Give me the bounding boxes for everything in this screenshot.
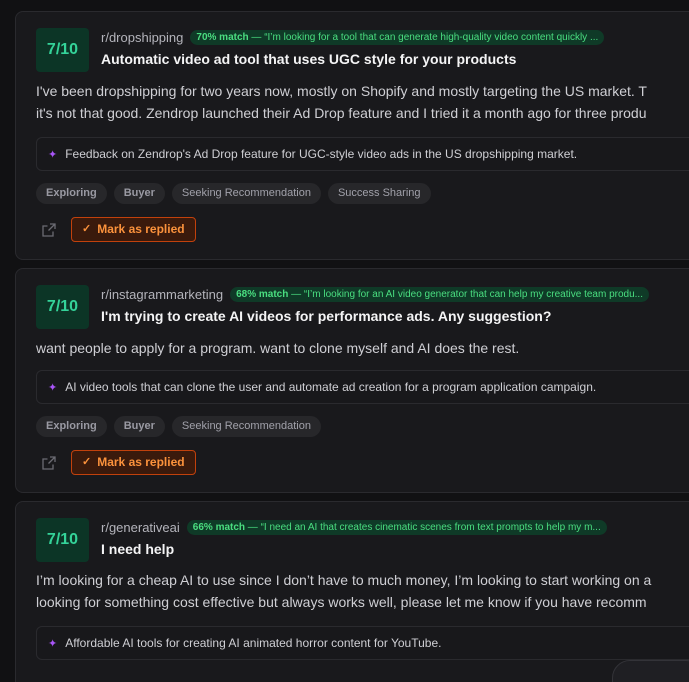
floating-widget[interactable] [612, 660, 689, 682]
post-body-line: looking for something cost effective but… [36, 594, 647, 610]
post-body-line: want people to apply for a program. want… [36, 340, 520, 356]
summary-text: AI video tools that can clone the user a… [65, 380, 597, 394]
relevance-score: 7/10 [36, 285, 89, 329]
lead-card: 7/10 r/generativeai 66% match — “I need … [15, 501, 689, 682]
post-body: I've been dropshipping for two years now… [36, 80, 647, 124]
match-quote: — “I need an AI that creates cinematic s… [245, 522, 601, 533]
match-badge: 68% match — “I’m looking for an AI video… [230, 287, 649, 302]
tag-seeking-recommendation: Seeking Recommendation [171, 416, 321, 437]
card-actions: ✓ Mark as replied [42, 217, 196, 242]
match-quote: — “I’m looking for an AI video generator… [288, 289, 643, 300]
relevance-score: 7/10 [36, 518, 89, 562]
check-icon: ✓ [82, 223, 92, 235]
card-header: r/dropshipping 70% match — “I’m looking … [101, 30, 605, 45]
tag-exploring: Exploring [36, 416, 107, 437]
sparkle-icon: ✦ [48, 381, 58, 394]
match-badge: 70% match — “I’m looking for a tool that… [190, 30, 605, 45]
relevance-score: 7/10 [36, 28, 89, 72]
lead-feed: 7/10 r/dropshipping 70% match — “I’m loo… [0, 0, 689, 682]
mark-replied-button[interactable]: ✓ Mark as replied [71, 450, 196, 475]
tag-list: Exploring Buyer Seeking Recommendation [36, 416, 321, 437]
post-title[interactable]: Automatic video ad tool that uses UGC st… [101, 51, 516, 67]
summary-text: Affordable AI tools for creating AI anim… [65, 636, 442, 650]
sparkle-icon: ✦ [48, 637, 58, 650]
tag-seeking-recommendation: Seeking Recommendation [171, 183, 321, 204]
check-icon: ✓ [82, 456, 92, 468]
tag-buyer: Buyer [113, 183, 165, 204]
match-quote: — “I’m looking for a tool that can gener… [248, 32, 599, 43]
card-actions: ✓ Mark as replied [42, 450, 196, 475]
tag-exploring: Exploring [36, 183, 107, 204]
subreddit-link[interactable]: r/dropshipping [101, 30, 183, 45]
match-percent: 68% match [236, 289, 289, 300]
ai-summary: ✦ Affordable AI tools for creating AI an… [36, 626, 689, 660]
ai-summary: ✦ Feedback on Zendrop's Ad Drop feature … [36, 137, 689, 171]
lead-card: 7/10 r/instagrammarketing 68% match — “I… [15, 268, 689, 493]
mark-replied-button[interactable]: ✓ Mark as replied [71, 217, 196, 242]
ai-summary: ✦ AI video tools that can clone the user… [36, 370, 689, 404]
external-share-icon[interactable] [42, 455, 56, 470]
match-percent: 70% match [196, 32, 249, 43]
post-body-line: I’m looking for a cheap AI to use since … [36, 572, 652, 588]
match-percent: 66% match [192, 522, 246, 533]
tag-success-sharing: Success Sharing [327, 183, 431, 204]
subreddit-link[interactable]: r/instagrammarketing [101, 287, 223, 302]
card-header: r/instagrammarketing 68% match — “I’m lo… [101, 287, 649, 302]
post-title[interactable]: I'm trying to create AI videos for perfo… [101, 308, 551, 324]
post-body: I’m looking for a cheap AI to use since … [36, 569, 651, 613]
post-title[interactable]: I need help [101, 541, 174, 557]
subreddit-link[interactable]: r/generativeai [101, 520, 180, 535]
external-share-icon[interactable] [42, 222, 56, 237]
tag-list: Exploring Buyer Seeking Recommendation S… [36, 183, 431, 204]
summary-text: Feedback on Zendrop's Ad Drop feature fo… [65, 147, 578, 161]
tag-buyer: Buyer [113, 416, 165, 437]
post-body-line: it's not that good. Zendrop launched the… [36, 105, 647, 121]
sparkle-icon: ✦ [48, 148, 58, 161]
match-badge: 66% match — “I need an AI that creates c… [186, 520, 607, 535]
mark-replied-label: Mark as replied [97, 455, 185, 469]
card-header: r/generativeai 66% match — “I need an AI… [101, 520, 607, 535]
post-body: want people to apply for a program. want… [36, 337, 519, 359]
post-body-line: I've been dropshipping for two years now… [36, 83, 647, 99]
mark-replied-label: Mark as replied [97, 222, 185, 236]
lead-card: 7/10 r/dropshipping 70% match — “I’m loo… [15, 11, 689, 260]
